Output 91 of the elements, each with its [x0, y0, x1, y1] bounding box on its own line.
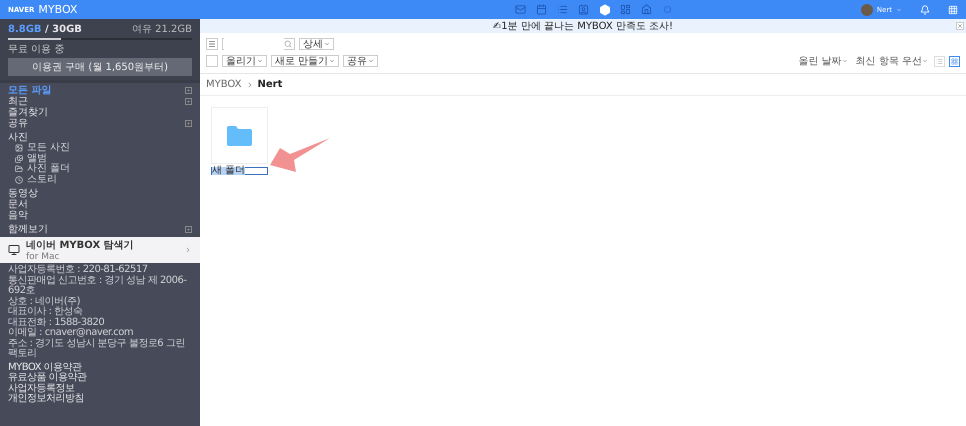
panels-icon[interactable]	[619, 3, 632, 16]
footer-link[interactable]: 개인정보처리방침	[8, 394, 192, 404]
action-dropdown[interactable]: 공유	[343, 55, 378, 67]
caret-icon[interactable]	[896, 6, 902, 12]
item-label: 즐겨찾기	[8, 107, 48, 118]
footer-link[interactable]: MYBOX 이용약관	[8, 362, 192, 373]
name-input-field[interactable]: 새 폴더	[211, 167, 268, 175]
promo-banner[interactable]: 네이버 MYBOX 탐색기 for Mac	[0, 237, 200, 263]
home-icon[interactable]	[640, 3, 654, 16]
calendar-icon[interactable]	[535, 3, 548, 16]
folder-icon	[15, 165, 23, 174]
footer-link[interactable]: 유료상품 이용약관	[8, 373, 192, 384]
sidebar-subitem[interactable]: 사진 폴더	[8, 164, 192, 174]
folder-icon	[227, 126, 252, 146]
action-dropdown[interactable]: 새로 만들기	[271, 55, 340, 67]
bell-icon[interactable]	[920, 4, 930, 14]
item-label: 모든 파일	[8, 85, 52, 96]
images-icon	[15, 154, 23, 163]
folder-card[interactable]	[211, 107, 268, 164]
company-info: 주소 : 경기도 성남시 분당구 불정로6 그린팩토리	[8, 338, 186, 360]
item-label: 함께보기	[8, 224, 48, 235]
chevron-icon	[184, 246, 192, 254]
storage-usage: 8.8GB / 30GB	[8, 24, 82, 35]
breadcrumb-link[interactable]: Nert	[258, 79, 282, 90]
company-info: 상호 : 네이버(주)	[8, 296, 82, 306]
buy-plan-button[interactable]: 이용권 구매 (월 1,650원부터)	[8, 58, 192, 76]
company-info: 통신판매업 신고번호 : 경기 성남 제 2006-692호	[8, 276, 188, 296]
item-label: 공유	[8, 118, 28, 129]
item-label: 최근	[8, 96, 28, 107]
list-view-button[interactable]	[934, 56, 945, 66]
subitem-label: 모든 사진	[27, 143, 70, 154]
arrow-drawing	[270, 138, 332, 174]
caret-icon	[324, 41, 330, 47]
sidebar-item[interactable]: 최근	[8, 96, 192, 107]
item-label: 동영상	[8, 188, 38, 199]
plan-label: 무료 이용 중	[8, 43, 66, 56]
search-field[interactable]	[222, 38, 295, 50]
subitem-label: 앨범	[27, 154, 47, 164]
expand-icon[interactable]	[185, 226, 192, 233]
company-info: 이메일 : cnaver@naver.com	[8, 328, 134, 338]
sort-dropdown[interactable]: 올린 날짜	[796, 54, 850, 68]
sidebar-item[interactable]: 즐겨찾기	[8, 107, 192, 118]
caret-icon	[842, 58, 848, 64]
subitem-label: 사진 폴더	[27, 164, 70, 174]
sidebar-item[interactable]: 문서	[8, 199, 192, 210]
expand-icon[interactable]	[185, 120, 192, 127]
grid-view-button[interactable]	[949, 56, 960, 66]
sidebar-subitem[interactable]: 스토리	[8, 174, 192, 185]
sidebar-item[interactable]: 음악	[8, 210, 192, 221]
detail-dropdown[interactable]: 상세	[299, 38, 334, 50]
monitor-icon	[8, 244, 20, 256]
grid-icon	[951, 58, 958, 64]
company-info: 대표전화 : 1588-3820	[8, 318, 106, 328]
menu-button[interactable]	[206, 38, 218, 50]
expand-icon[interactable]	[185, 98, 192, 105]
caret-icon	[922, 58, 928, 64]
sidebar-subitem[interactable]: 앨범	[8, 154, 192, 164]
select-all-checkbox[interactable]	[206, 55, 218, 67]
promo-subtitle: for Mac	[26, 252, 60, 262]
banner-text[interactable]: ✍1분 만에 끝나는 MYBOX 만족도 조사!	[492, 19, 674, 33]
group-title: 사진	[8, 132, 29, 143]
search-icon[interactable]	[284, 40, 292, 48]
item-label: 문서	[8, 199, 28, 210]
sidebar-item[interactable]: 동영상	[8, 188, 192, 199]
image-icon	[15, 144, 23, 152]
caret-icon	[257, 58, 263, 64]
item-label: 음악	[8, 210, 28, 221]
caret-icon	[329, 58, 336, 64]
avatar[interactable]	[860, 4, 873, 16]
clock-icon	[15, 176, 23, 184]
caret-icon	[368, 58, 374, 64]
menu-icon	[208, 40, 216, 48]
close-icon[interactable]	[956, 22, 964, 30]
action-dropdown[interactable]: 올리기	[222, 55, 267, 67]
company-info: 사업자등록번호 : 220-81-62517	[8, 265, 149, 276]
contacts-icon[interactable]	[577, 3, 590, 16]
sidebar-item[interactable]: 함께보기	[8, 224, 192, 235]
subitem-label: 스토리	[27, 174, 57, 185]
mail-icon[interactable]	[514, 3, 528, 16]
storage-remaining: 여유 21.2GB	[132, 23, 192, 36]
apps-grid-icon[interactable]	[948, 4, 958, 14]
breadcrumb-link[interactable]: MYBOX	[206, 79, 242, 90]
company-info: 대표이사 : 한성숙	[8, 307, 84, 318]
list-icon	[936, 58, 943, 64]
sidebar-subitem[interactable]: 모든 사진	[8, 143, 192, 154]
sidebar-item[interactable]: 공유	[8, 118, 192, 129]
sort-dropdown[interactable]: 최신 항목 우선	[854, 54, 930, 68]
promo-title: 네이버 MYBOX 탐색기	[26, 239, 135, 252]
expand-icon[interactable]	[185, 87, 192, 94]
hexagon-icon[interactable]	[598, 3, 612, 16]
footer-link[interactable]: 사업자등록정보	[8, 384, 192, 394]
